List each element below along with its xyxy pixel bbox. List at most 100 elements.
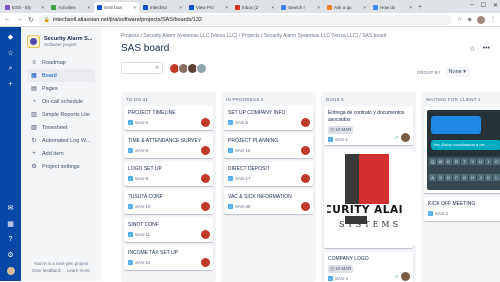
sidebar-item-simple-reports-lite[interactable]: ▥ Simple Reports Lite [27, 108, 95, 121]
browser-tab[interactable]: SAS boa × [94, 2, 139, 13]
sidebar-item-on-call-schedule[interactable]: ◔ On-call schedule [27, 95, 95, 108]
browser-tab[interactable]: View Pro × [186, 2, 231, 13]
board-column: TO DO 41 PROJECT TIMELINE ✓ SAS-3 TIME & ATT… [121, 92, 216, 282]
column-name: TO DO 41 [126, 97, 149, 102]
logo-subtext: SYSTEMS [339, 220, 402, 229]
sidebar-item-add-item[interactable]: + Add item [27, 147, 95, 160]
group-by-select[interactable]: None ▾ [444, 67, 470, 77]
star-icon[interactable]: ☆ [7, 49, 13, 57]
help-icon[interactable]: ? [9, 236, 13, 243]
close-tab-icon[interactable]: × [271, 5, 274, 10]
reload-icon[interactable]: ↻ [28, 16, 34, 24]
issue-card[interactable]: Entrega de contrato y documentos asociad… [324, 106, 413, 145]
sidebar-item-automated-log-w[interactable]: ↻ Automated Log W... [27, 134, 95, 147]
sidebar-item-roadmap[interactable]: ≡ Roadmap [27, 56, 95, 69]
close-tab-icon[interactable]: × [317, 5, 320, 10]
close-tab-icon[interactable]: × [363, 5, 366, 10]
assignee-avatar[interactable] [301, 202, 310, 211]
assignee-avatar[interactable] [201, 118, 210, 127]
issue-card[interactable]: LOGO SET UP ✓ SAS-9 [124, 162, 213, 186]
sidebar-item-project-settings[interactable]: ⚙ Project settings [27, 160, 95, 173]
avatar[interactable] [196, 62, 207, 74]
card-title: TIME & ATTENDANCE SURVEY [128, 138, 202, 144]
close-tab-icon[interactable]: × [179, 5, 182, 10]
issue-card[interactable]: VAC & SICK INFORMATION ✓ SAS-48 [224, 190, 313, 214]
assignee-avatar[interactable] [401, 272, 410, 281]
assignee-avatar[interactable] [301, 146, 310, 155]
apps-icon[interactable]: ▦ [7, 220, 14, 228]
close-tab-icon[interactable]: × [225, 5, 228, 10]
close-tab-icon[interactable]: × [41, 5, 44, 10]
issue-card[interactable]: PROJECT TIMELINE ✓ SAS-3 [124, 106, 213, 130]
issue-card[interactable]: SINOT CONF ✓ SAS-11 [124, 218, 213, 242]
tab-favicon-icon [143, 5, 148, 10]
issue-card[interactable]: ?USUTA CONF ✓ SAS-10 [124, 190, 213, 214]
breadcrumb[interactable]: Projects / Security Alarm Systemas LLC (… [121, 33, 500, 39]
jira-logo-icon[interactable]: ◆ [8, 33, 13, 41]
sidebar-item-timesheet[interactable]: ▧ Timesheet [27, 121, 95, 134]
issue-card[interactable]: SET UP COMPANY INFO ✓ SAS-5 [224, 106, 313, 130]
issue-key: SAS-1 [335, 137, 349, 142]
card-title: VAC & SICK INFORMATION [228, 194, 292, 200]
give-feedback-link[interactable]: Give feedback [32, 268, 61, 273]
search-input[interactable]: ⌕ [121, 62, 163, 74]
issue-card[interactable]: TIME & ATTENDANCE SURVEY ✓ SAS-8 [124, 134, 213, 158]
card-cover-image[interactable]: CURITY ALAI SYSTEMS [324, 149, 416, 248]
assignee-avatar[interactable] [201, 258, 210, 267]
key: O [493, 158, 500, 165]
browser-tab[interactable]: Intechso × [140, 2, 185, 13]
group-by: GROUP BY None ▾ [417, 67, 470, 77]
browser-tab[interactable]: How do × [370, 2, 415, 13]
minimize-icon[interactable]: – [470, 2, 473, 9]
browser-tab[interactable]: Search r × [278, 2, 323, 13]
assignee-avatar[interactable] [301, 118, 310, 127]
browser-tab[interactable]: Activities × [48, 2, 93, 13]
sidebar-item-pages[interactable]: ▤ Pages [27, 82, 95, 95]
close-window-icon[interactable]: ✕ [493, 2, 498, 9]
issue-card[interactable]: KICK OFF MEETING ✓ SAS-2 [424, 197, 500, 221]
profile-avatar[interactable] [477, 15, 485, 24]
user-avatar[interactable] [6, 267, 15, 275]
close-tab-icon[interactable]: × [133, 5, 136, 10]
menu-icon[interactable]: ⋮ [490, 16, 496, 23]
new-tab-icon[interactable]: + [418, 2, 422, 13]
sidebar-item-board[interactable]: ▦ Board [27, 69, 95, 82]
assignee-avatar[interactable] [201, 146, 210, 155]
card-cover-image[interactable]: Yes. Estoy coordinando a ver QWERTYUIOPAS… [424, 107, 500, 193]
assignee-avatar[interactable] [201, 202, 210, 211]
notifications-icon[interactable]: ✉ [8, 204, 14, 212]
assignee-avatar[interactable] [201, 230, 210, 239]
browser-tab[interactable]: ESS - Ely × [2, 2, 47, 13]
url-input[interactable]: 🔒 intechsoll.atlassian.net/jira/software… [38, 14, 452, 25]
settings-icon[interactable]: ⚙ [7, 251, 13, 259]
close-tab-icon[interactable]: × [87, 5, 90, 10]
key: F [453, 173, 460, 181]
close-tab-icon[interactable]: × [409, 5, 412, 10]
create-icon[interactable]: + [8, 81, 12, 88]
learn-more-link[interactable]: Learn more [67, 268, 90, 273]
issue-card[interactable]: PROJECT PLANNING ✓ SAS-16 [224, 134, 313, 158]
star-icon[interactable]: ☆ [457, 16, 462, 23]
logo-text: CURITY ALAI [327, 204, 403, 216]
more-icon[interactable]: ••• [483, 45, 490, 53]
project-header[interactable]: Security Alarm S... Software project [27, 35, 95, 48]
issue-card[interactable]: INCOME TAX SET UP ✓ SAS-12 [124, 246, 213, 270]
star-icon[interactable]: ☆ [469, 45, 475, 53]
issue-card[interactable]: COMPANY LOGO ◷ 10 MAR ✓ SAS-4 ✓ [324, 252, 413, 282]
tab-favicon-icon [327, 5, 332, 10]
maximize-icon[interactable]: ☐ [481, 2, 486, 9]
issue-key: SAS-17 [235, 176, 251, 181]
browser-tab[interactable]: Ask a qu × [324, 2, 369, 13]
issue-key: SAS-11 [135, 232, 151, 237]
browser-tab[interactable]: Inbox (2 × [232, 2, 277, 13]
assignee-avatar[interactable] [401, 133, 410, 142]
issue-card[interactable]: DIRECT DEPOSIT ✓ SAS-17 [224, 162, 313, 186]
due-date-badge: ◷ 10 MAR [328, 265, 354, 273]
forward-icon[interactable]: → [16, 16, 23, 23]
card-meta: ✓ SAS-17 [228, 176, 309, 181]
search-icon[interactable]: ⌕ [9, 65, 13, 73]
back-icon[interactable]: ← [4, 16, 11, 23]
extension-icon[interactable]: ◈ [467, 16, 472, 23]
assignee-avatar[interactable] [301, 174, 310, 183]
assignee-avatar[interactable] [201, 174, 210, 183]
